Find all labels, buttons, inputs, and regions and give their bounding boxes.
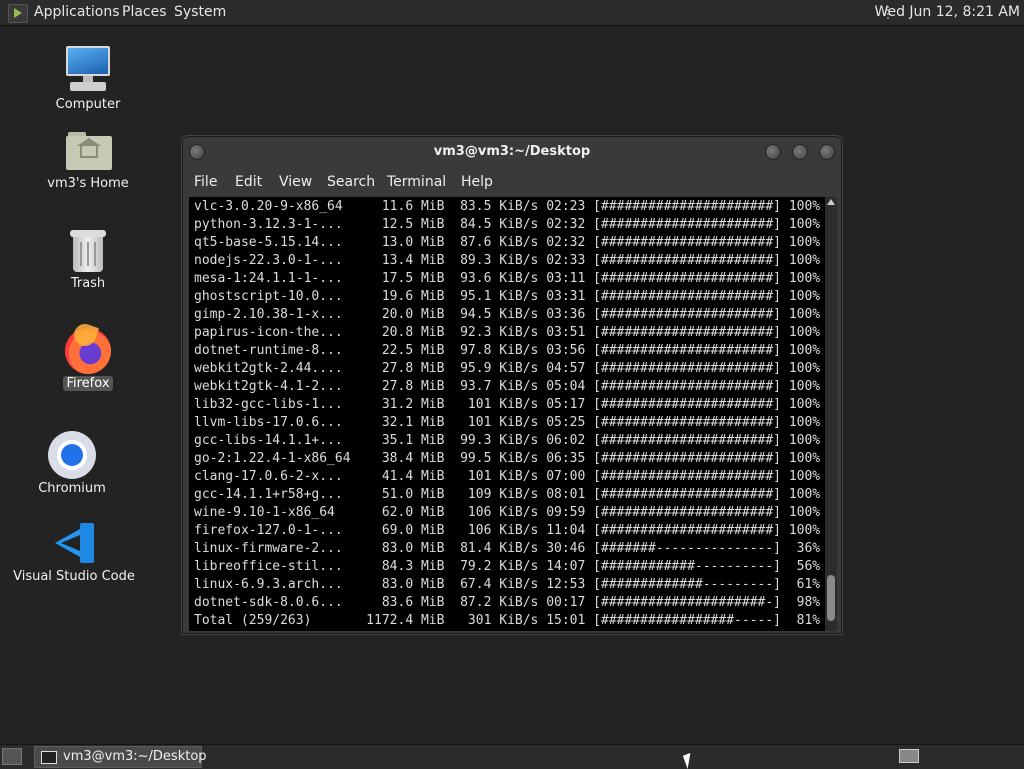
- terminal-line: libreoffice-stil... 84.3 MiB 79.2 KiB/s …: [194, 559, 821, 574]
- vscode-icon: [52, 521, 96, 565]
- terminal-line: gimp-2.10.38-1-x... 20.0 MiB 94.5 KiB/s …: [194, 307, 821, 322]
- menu-view[interactable]: View: [279, 169, 312, 195]
- desktop-icon-chromium[interactable]: Chromium: [24, 431, 120, 496]
- scroll-up-arrow-icon[interactable]: [827, 199, 835, 205]
- applications-menu[interactable]: Applications: [34, 0, 120, 25]
- terminal-line: firefox-127.0-1-... 69.0 MiB 106 KiB/s 1…: [194, 523, 821, 538]
- places-menu[interactable]: Places: [122, 0, 167, 25]
- desktop-icon-label: Chromium: [38, 481, 106, 496]
- applications-menu-icon[interactable]: [8, 4, 28, 23]
- terminal-line: qt5-base-5.15.14... 13.0 MiB 87.6 KiB/s …: [194, 235, 821, 250]
- terminal-line: webkit2gtk-4.1-2... 27.8 MiB 93.7 KiB/s …: [194, 379, 821, 394]
- menu-file[interactable]: File: [194, 169, 217, 195]
- terminal-line: ghostscript-10.0... 19.6 MiB 95.1 KiB/s …: [194, 289, 821, 304]
- workspace-switcher[interactable]: [899, 749, 919, 763]
- menu-search[interactable]: Search: [327, 169, 375, 195]
- desktop-icon-vscode[interactable]: Visual Studio Code: [10, 521, 138, 584]
- terminal-menubar: File Edit View Search Terminal Help: [183, 169, 841, 195]
- show-desktop-button[interactable]: [2, 748, 22, 765]
- desktop-icon-label: Trash: [70, 276, 106, 291]
- clock[interactable]: Wed Jun 12, 8:21 AM: [874, 0, 1020, 25]
- desktop-icon-firefox[interactable]: Firefox: [40, 328, 136, 391]
- taskbar-item-terminal[interactable]: vm3@vm3:~/Desktop: [34, 746, 207, 768]
- terminal-window[interactable]: vm3@vm3:~/Desktop File Edit View Search …: [182, 136, 842, 634]
- chromium-icon: [48, 431, 96, 479]
- close-button[interactable]: [819, 144, 835, 160]
- terminal-line: vlc-3.0.20-9-x86_64 11.6 MiB 83.5 KiB/s …: [194, 199, 821, 214]
- computer-icon: [64, 46, 112, 94]
- terminal-line: dotnet-sdk-8.0.6... 83.6 MiB 87.2 KiB/s …: [194, 595, 821, 610]
- menu-help[interactable]: Help: [461, 169, 493, 195]
- desktop-icon-label: Visual Studio Code: [13, 569, 135, 584]
- firefox-icon: [65, 328, 111, 374]
- terminal-output[interactable]: vlc-3.0.20-9-x86_64 11.6 MiB 83.5 KiB/s …: [189, 197, 825, 631]
- minimize-button[interactable]: [765, 144, 781, 160]
- home-folder-icon: [66, 130, 112, 170]
- bottom-panel: vm3@vm3:~/Desktop: [0, 744, 1024, 769]
- desktop-icon-label: vm3's Home: [47, 176, 129, 191]
- menu-terminal[interactable]: Terminal: [387, 169, 446, 195]
- desktop-icon-label: Firefox: [63, 376, 113, 391]
- terminal-line: mesa-1:24.1.1-1-... 17.5 MiB 93.6 KiB/s …: [194, 271, 821, 286]
- terminal-line: gcc-14.1.1+r58+g... 51.0 MiB 109 KiB/s 0…: [194, 487, 821, 502]
- terminal-line: gcc-libs-14.1.1+... 35.1 MiB 99.3 KiB/s …: [194, 433, 821, 448]
- desktop-icon-label: Computer: [55, 97, 121, 112]
- desktop-icon-computer[interactable]: Computer: [40, 46, 136, 112]
- taskbar-item-label: vm3@vm3:~/Desktop: [63, 749, 207, 764]
- maximize-button[interactable]: [792, 144, 808, 160]
- terminal-icon: [41, 751, 57, 764]
- terminal-line: linux-6.9.3.arch... 83.0 MiB 67.4 KiB/s …: [194, 577, 821, 592]
- terminal-line: llvm-libs-17.0.6... 32.1 MiB 101 KiB/s 0…: [194, 415, 821, 430]
- terminal-line: lib32-gcc-libs-1... 31.2 MiB 101 KiB/s 0…: [194, 397, 821, 412]
- top-panel: Applications Places System Wed Jun 12, 8…: [0, 0, 1024, 26]
- terminal-scrollbar[interactable]: [825, 197, 837, 631]
- menu-edit[interactable]: Edit: [235, 169, 262, 195]
- terminal-line: python-3.12.3-1-... 12.5 MiB 84.5 KiB/s …: [194, 217, 821, 232]
- desktop-icon-home[interactable]: vm3's Home: [40, 130, 136, 191]
- terminal-line: wine-9.10-1-x86_64 62.0 MiB 106 KiB/s 09…: [194, 505, 821, 520]
- system-menu[interactable]: System: [174, 0, 226, 25]
- terminal-line: go-2:1.22.4-1-x86_64 38.4 MiB 99.5 KiB/s…: [194, 451, 821, 466]
- terminal-line: clang-17.0.6-2-x... 41.4 MiB 101 KiB/s 0…: [194, 469, 821, 484]
- terminal-line: Total (259/263) 1172.4 MiB 301 KiB/s 15:…: [194, 613, 821, 628]
- scrollbar-thumb[interactable]: [827, 575, 835, 621]
- terminal-line: webkit2gtk-2.44.... 27.8 MiB 95.9 KiB/s …: [194, 361, 821, 376]
- terminal-line: papirus-icon-the... 20.8 MiB 92.3 KiB/s …: [194, 325, 821, 340]
- window-titlebar[interactable]: vm3@vm3:~/Desktop: [183, 137, 841, 167]
- terminal-line: dotnet-runtime-8... 22.5 MiB 97.8 KiB/s …: [194, 343, 821, 358]
- terminal-line: linux-firmware-2... 83.0 MiB 81.4 KiB/s …: [194, 541, 821, 556]
- terminal-line: nodejs-22.3.0-1-... 13.4 MiB 89.3 KiB/s …: [194, 253, 821, 268]
- desktop-icon-trash[interactable]: Trash: [40, 230, 136, 291]
- window-title: vm3@vm3:~/Desktop: [433, 144, 591, 159]
- trash-icon: [69, 230, 107, 272]
